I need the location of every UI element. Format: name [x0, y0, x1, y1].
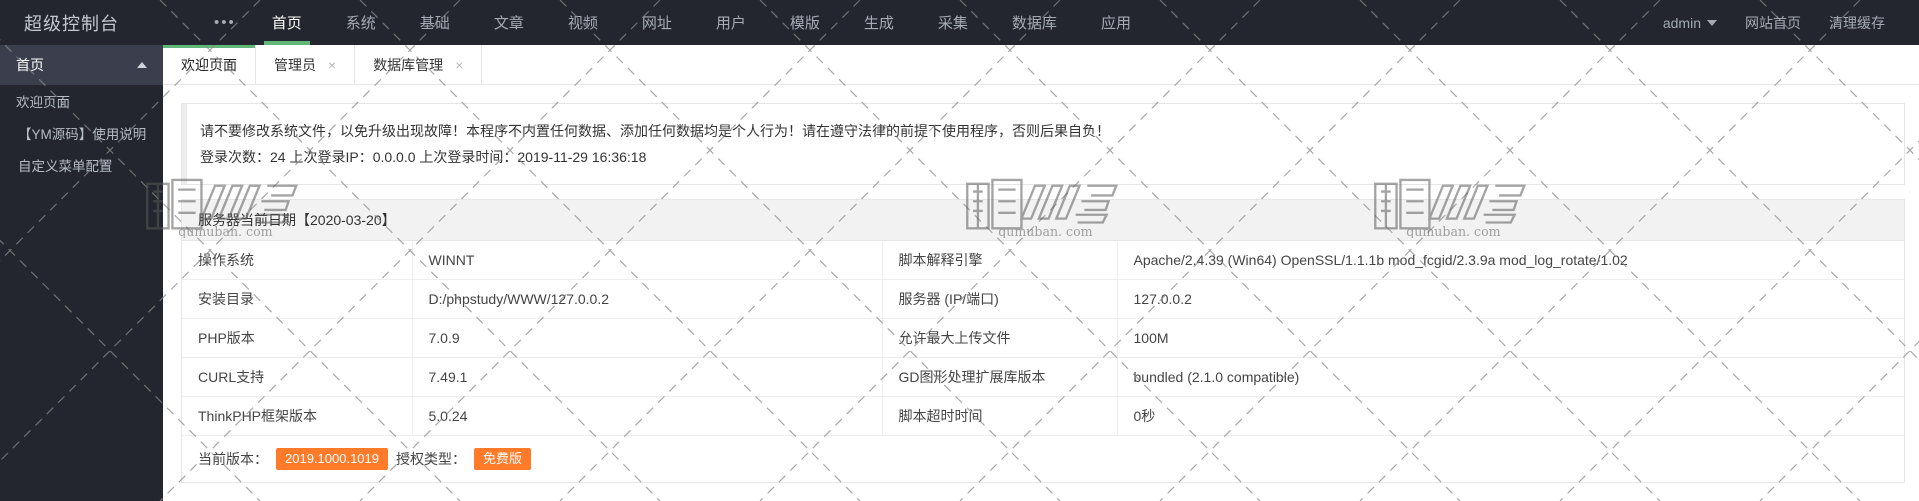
tab-database-label: 数据库管理	[373, 56, 444, 73]
server-date-header: 服务器当前日期【2020-03-20】	[182, 200, 1904, 241]
app-root: 超级控制台 ••• 首页 系统 基础 文章 视频 网址 用户 模版 生成 采集 …	[0, 0, 1919, 501]
user-name: admin	[1662, 14, 1701, 31]
notice-warning-text: 请不要修改系统文件，以免升级出现故障！本程序不内置任何数据、添加任何数据均是个人…	[200, 123, 1110, 139]
license-badge: 免费版	[473, 448, 531, 470]
nav-item-application[interactable]: 应用	[1079, 0, 1153, 45]
row-value-install-dir: D:/phpstudy/WWW/127.0.0.2	[412, 279, 883, 319]
server-info-panel: 服务器当前日期【2020-03-20】 操作系统 WINNT 脚本解释引擎 Ap…	[181, 199, 1905, 483]
sidebar-item-ym-usage[interactable]: 【YM源码】使用说明	[0, 117, 163, 149]
nav-item-home[interactable]: 首页	[250, 0, 324, 45]
sidebar-group-home[interactable]: 首页	[0, 45, 163, 85]
license-label: 授权类型：	[395, 451, 466, 467]
row-label-max-upload: 允许最大上传文件	[882, 318, 1118, 358]
nav-item-template[interactable]: 模版	[768, 0, 842, 45]
table-row: PHP版本 7.0.9 允许最大上传文件 100M	[182, 318, 1904, 358]
header-actions: admin 网站首页 清理缓存	[1649, 0, 1919, 45]
nav-item-system[interactable]: 系统	[324, 0, 398, 45]
row-value-engine: Apache/2.4.39 (Win64) OpenSSL/1.1.1b mod…	[1117, 241, 1904, 280]
tab-welcome-label: 欢迎页面	[181, 56, 237, 73]
tab-database[interactable]: 数据库管理 ×	[355, 45, 483, 84]
user-menu[interactable]: admin	[1649, 0, 1731, 45]
row-value-max-upload: 100M	[1117, 318, 1904, 358]
chevron-up-icon	[137, 62, 147, 68]
server-info-table: 操作系统 WINNT 脚本解释引擎 Apache/2.4.39 (Win64) …	[182, 241, 1904, 435]
nav-item-database[interactable]: 数据库	[990, 0, 1079, 45]
row-label-install-dir: 安装目录	[182, 279, 413, 319]
main-content: 欢迎页面 管理员 × 数据库管理 × 请不要修改系统文件，以免升级出现故障！本程…	[163, 45, 1919, 501]
table-row: 安装目录 D:/phpstudy/WWW/127.0.0.2 服务器 (IP/端…	[182, 279, 1904, 319]
row-value-script-timeout: 0秒	[1133, 408, 1156, 424]
nav-item-article[interactable]: 文章	[472, 0, 546, 45]
nav-item-video[interactable]: 视频	[546, 0, 620, 45]
site-home-link[interactable]: 网站首页	[1731, 0, 1815, 45]
row-label-engine: 脚本解释引擎	[882, 241, 1118, 280]
notice-login-info: 登录次数：24 上次登录IP：0.0.0.0 上次登录时间：2019-11-29…	[200, 149, 647, 165]
row-label-server-ip: 服务器 (IP/端口)	[882, 279, 1118, 319]
sidebar: 首页 欢迎页面 【YM源码】使用说明 自定义菜单配置	[0, 45, 163, 501]
page-content: 请不要修改系统文件，以免升级出现故障！本程序不内置任何数据、添加任何数据均是个人…	[163, 85, 1919, 483]
row-value-thinkphp: 5.0.24	[412, 396, 883, 435]
row-value-curl: 7.49.1	[412, 357, 883, 397]
row-label-os: 操作系统	[182, 241, 413, 280]
nav-item-basic[interactable]: 基础	[398, 0, 472, 45]
clear-cache-button[interactable]: 清理缓存	[1815, 0, 1899, 45]
row-label-curl: CURL支持	[182, 357, 413, 397]
tab-admin-label: 管理员	[274, 56, 316, 73]
nav-item-generate[interactable]: 生成	[842, 0, 916, 45]
row-value-os: WINNT	[412, 241, 883, 280]
row-value-server-ip: 127.0.0.2	[1117, 279, 1904, 319]
nav-item-collect[interactable]: 采集	[916, 0, 990, 45]
table-row: CURL支持 7.49.1 GD图形处理扩展库版本 bundled (2.1.0…	[182, 357, 1904, 397]
top-nav: ••• 首页 系统 基础 文章 视频 网址 用户 模版 生成 采集 数据库 应用	[200, 0, 1649, 45]
table-row: 操作系统 WINNT 脚本解释引擎 Apache/2.4.39 (Win64) …	[182, 241, 1904, 280]
row-label-gd: GD图形处理扩展库版本	[882, 357, 1118, 397]
version-label: 当前版本：	[198, 451, 268, 467]
version-badge: 2019.1000.1019	[276, 448, 388, 470]
row-value-gd: bundled (2.1.0 compatible)	[1117, 357, 1904, 397]
sidebar-item-welcome[interactable]: 欢迎页面	[0, 85, 163, 117]
app-logo: 超级控制台	[24, 13, 119, 34]
version-bar: 当前版本： 2019.1000.1019 授权类型： 免费版	[182, 435, 1904, 482]
row-label-script-timeout: 脚本超时时间	[882, 396, 1118, 435]
sidebar-group-label: 首页	[16, 57, 44, 73]
row-label-php-version: PHP版本	[182, 318, 413, 358]
tab-bar: 欢迎页面 管理员 × 数据库管理 ×	[163, 45, 1919, 85]
close-icon[interactable]: ×	[328, 58, 336, 72]
row-value-php-version: 7.0.9	[412, 318, 883, 358]
sidebar-item-custom-menu[interactable]: 自定义菜单配置	[0, 149, 163, 181]
close-icon[interactable]: ×	[455, 58, 463, 72]
row-label-thinkphp: ThinkPHP框架版本	[182, 396, 413, 435]
tab-admin[interactable]: 管理员 ×	[256, 45, 356, 84]
top-header: 超级控制台 ••• 首页 系统 基础 文章 视频 网址 用户 模版 生成 采集 …	[0, 0, 1919, 45]
nav-more-icon[interactable]: •••	[200, 0, 250, 45]
notice-box: 请不要修改系统文件，以免升级出现故障！本程序不内置任何数据、添加任何数据均是个人…	[181, 103, 1905, 185]
nav-item-user[interactable]: 用户	[694, 0, 768, 45]
nav-item-url[interactable]: 网址	[620, 0, 694, 45]
chevron-down-icon	[1707, 19, 1717, 26]
table-row: ThinkPHP框架版本 5.0.24 脚本超时时间 0秒	[182, 396, 1904, 435]
tab-welcome[interactable]: 欢迎页面	[163, 45, 256, 84]
